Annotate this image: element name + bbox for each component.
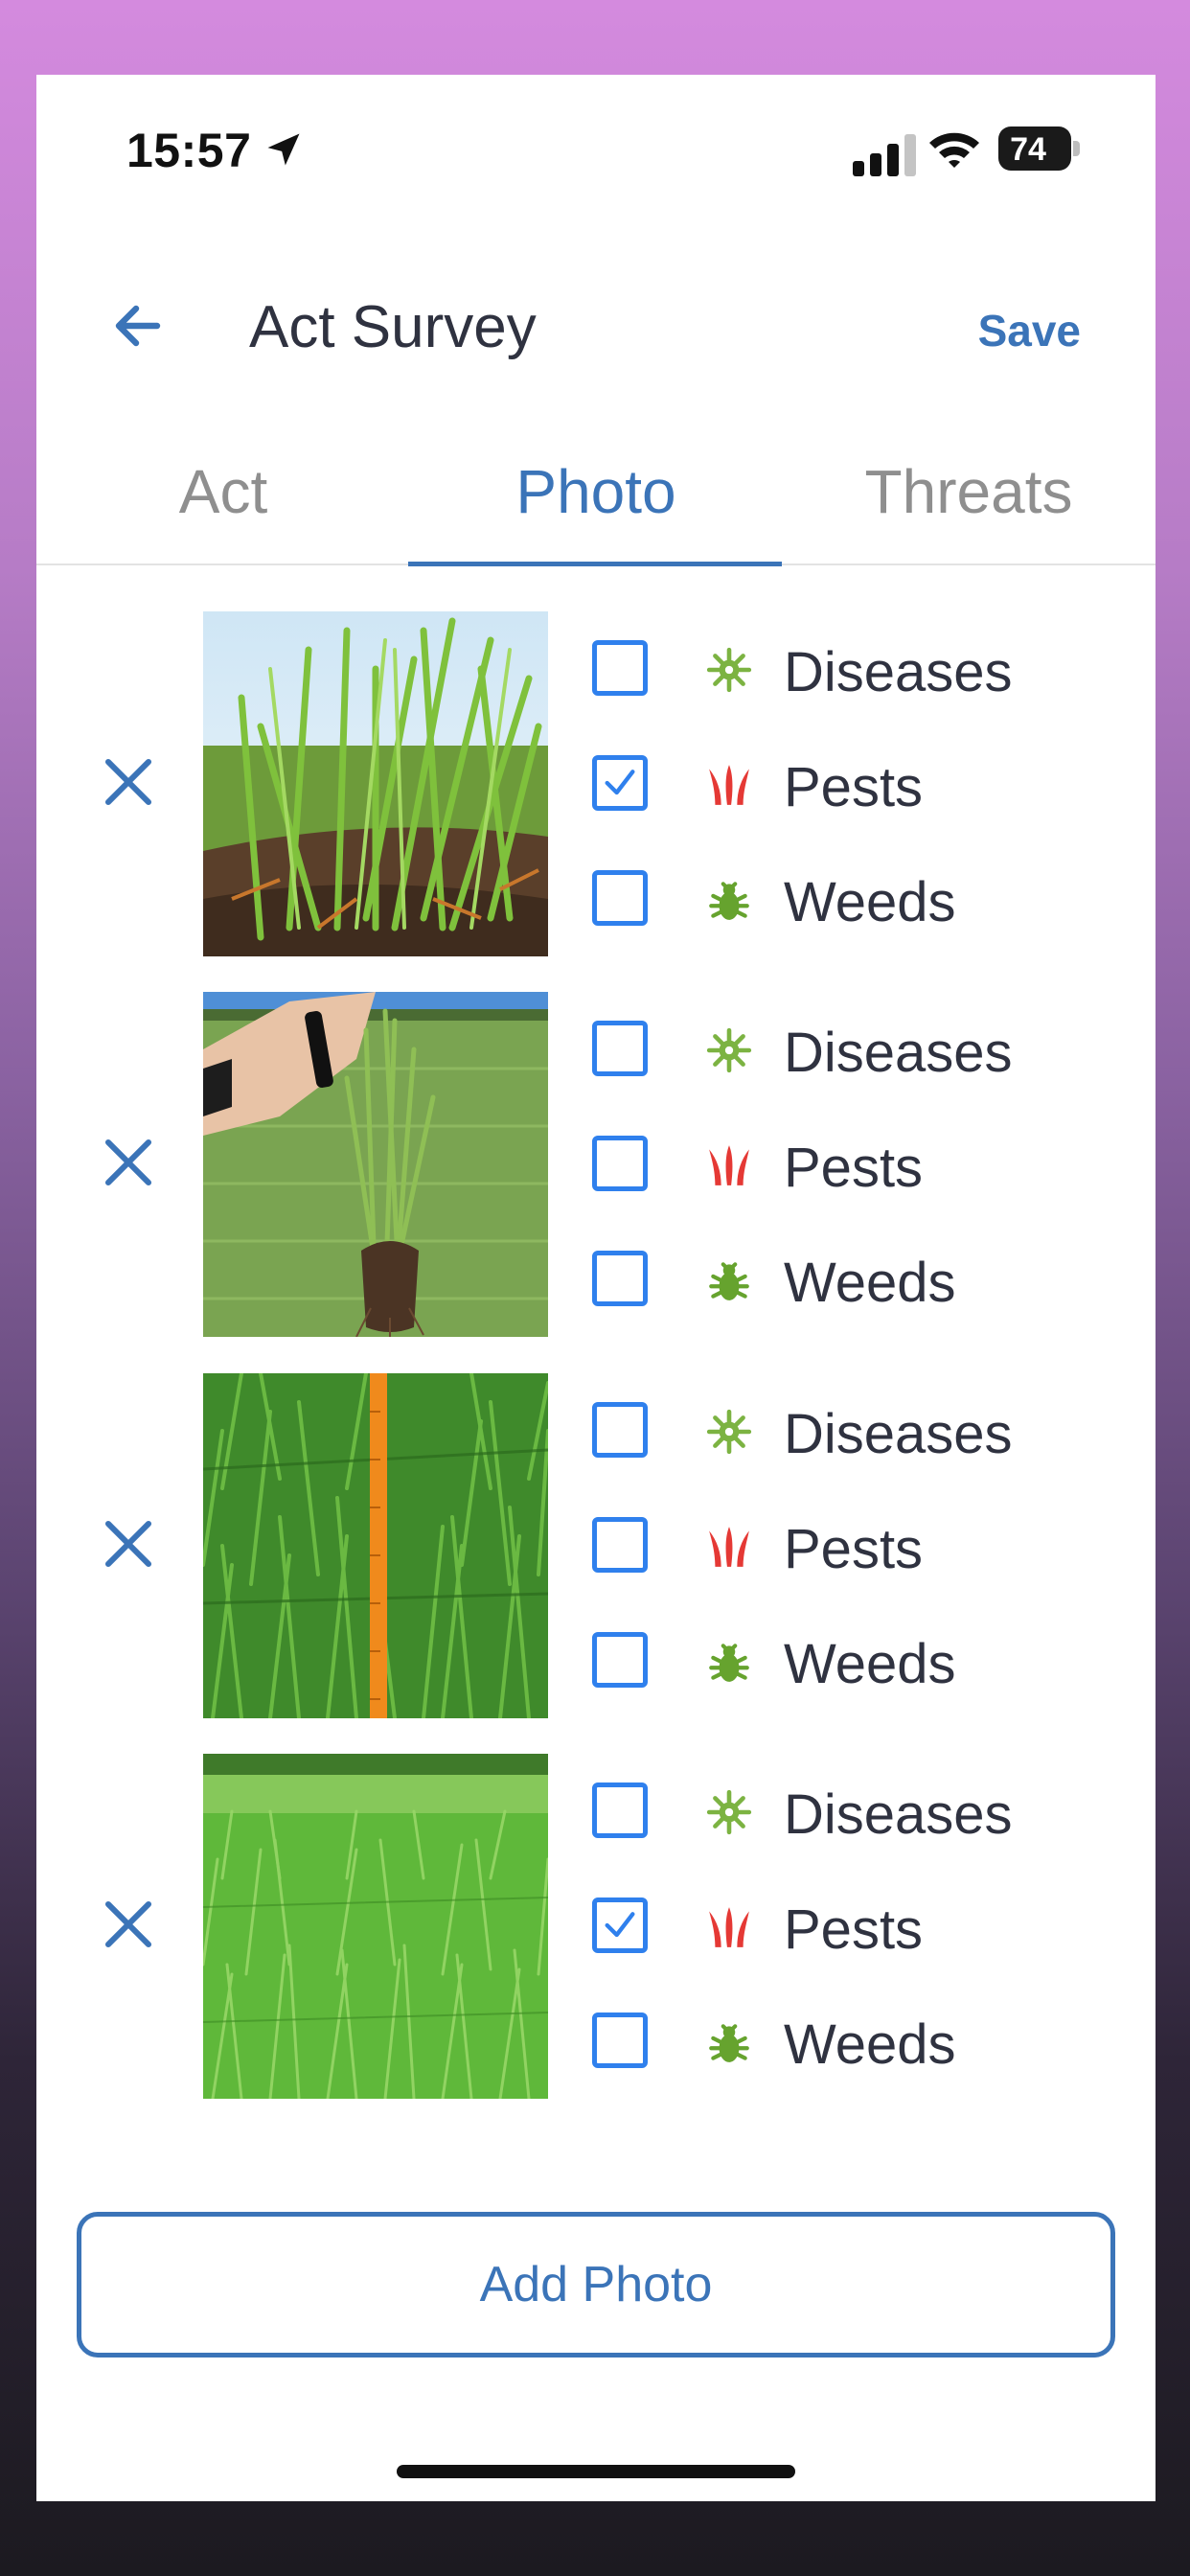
option-pests: Pests [592,738,1129,834]
checkbox-diseases[interactable] [592,640,648,696]
checkmark-icon [605,770,635,795]
arrow-left-icon[interactable] [107,295,169,356]
status-bar: 15:57 74 [36,75,1156,228]
tab-act[interactable]: Act [36,448,410,562]
photo-row: Diseases Pests Weeds [36,1373,1156,1718]
checkbox-pests[interactable] [592,1136,648,1191]
option-label: Diseases [784,641,1013,703]
option-weeds: Weeds [592,853,1129,949]
option-label: Weeds [784,1252,956,1314]
tab-bar: Act Photo Threats [36,448,1156,565]
save-button[interactable]: Save [978,305,1081,356]
option-diseases: Diseases [592,1385,1129,1481]
option-label: Weeds [784,1633,956,1695]
add-photo-button[interactable]: Add Photo [77,2212,1115,2358]
grass-blades-icon [709,1907,749,1947]
checkbox-pests[interactable] [592,1517,648,1573]
grass-blades-icon [709,765,749,805]
grass-blades-icon [709,1145,749,1185]
photo-row: Diseases Pests Weeds [36,611,1156,956]
tab-photo[interactable]: Photo [409,448,783,562]
checkbox-pests[interactable] [592,755,648,811]
option-label: Weeds [784,2013,956,2076]
battery-icon: 74 [998,126,1081,172]
cellular-signal-icon [853,134,916,176]
checkbox-diseases[interactable] [592,1021,648,1076]
option-label: Pests [784,1898,924,1961]
bug-icon [709,882,749,920]
checkbox-pests[interactable] [592,1898,648,1953]
close-icon[interactable] [102,755,155,809]
option-label: Pests [784,756,924,818]
grass-blades-icon [709,1527,749,1567]
option-label: Pests [784,1518,924,1580]
bug-icon [709,1644,749,1682]
battery-level: 74 [1010,131,1046,168]
bug-icon [709,1262,749,1300]
checkbox-weeds[interactable] [592,1251,648,1306]
option-diseases: Diseases [592,1765,1129,1861]
option-weeds: Weeds [592,1995,1129,2091]
phone-screen: 15:57 74 Act Survey Save Act Photo Threa… [36,75,1156,2501]
checkmark-icon [605,1912,635,1938]
option-label: Pests [784,1137,924,1199]
checkbox-weeds[interactable] [592,1632,648,1688]
option-weeds: Weeds [592,1615,1129,1711]
photo-thumbnail[interactable] [203,1754,548,2099]
battery-cap [1073,141,1080,156]
app-header: Act Survey Save [36,266,1156,391]
tab-threats[interactable]: Threats [782,448,1156,562]
option-pests: Pests [592,1880,1129,1976]
page-title: Act Survey [249,294,537,360]
option-pests: Pests [592,1500,1129,1596]
option-label: Weeds [784,871,956,933]
checkbox-diseases[interactable] [592,1402,648,1458]
active-tab-indicator [408,562,782,566]
option-pests: Pests [592,1118,1129,1214]
bug-icon [709,2024,749,2062]
option-weeds: Weeds [592,1233,1129,1329]
virus-icon [706,647,752,693]
home-indicator[interactable] [397,2465,795,2478]
status-time: 15:57 [126,124,252,177]
close-icon[interactable] [102,1898,155,1951]
virus-icon [706,1409,752,1455]
wifi-icon [929,132,979,168]
photo-thumbnail[interactable] [203,611,548,956]
photo-thumbnail[interactable] [203,1373,548,1718]
checkbox-diseases[interactable] [592,1782,648,1838]
photo-row: Diseases Pests Weeds [36,1754,1156,2099]
option-diseases: Diseases [592,623,1129,719]
virus-icon [706,1789,752,1835]
option-diseases: Diseases [592,1003,1129,1099]
photo-row: Diseases Pests Weeds [36,992,1156,1337]
close-icon[interactable] [102,1517,155,1571]
photo-thumbnail[interactable] [203,992,548,1337]
close-icon[interactable] [102,1136,155,1189]
checkbox-weeds[interactable] [592,870,648,926]
option-label: Diseases [784,1783,1013,1846]
virus-icon [706,1027,752,1073]
option-label: Diseases [784,1403,1013,1465]
option-label: Diseases [784,1022,1013,1084]
location-arrow-icon [267,133,300,166]
checkbox-weeds[interactable] [592,2012,648,2068]
